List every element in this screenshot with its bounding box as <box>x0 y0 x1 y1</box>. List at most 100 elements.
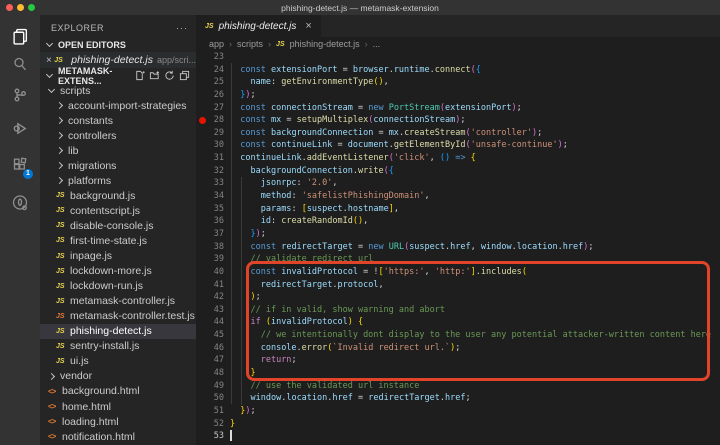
file-tree-item-account-import-strategies[interactable]: account-import-strategies <box>40 98 196 113</box>
file-tree-item-ui.js[interactable]: JSui.js <box>40 354 196 369</box>
code-line[interactable]: 35 params: [suspect.hostname], <box>196 203 720 216</box>
code-line[interactable]: 48 } <box>196 367 720 380</box>
breadcrumb-item-scripts[interactable]: scripts <box>237 39 263 49</box>
line-number-gutter[interactable]: 47 <box>196 354 230 367</box>
code-line[interactable]: 44 if (invalidProtocol) { <box>196 316 720 329</box>
file-tree-item-constants[interactable]: constants <box>40 113 196 128</box>
file-tree-item-vendor[interactable]: vendor <box>40 369 196 384</box>
line-number-gutter[interactable]: 32 <box>196 165 230 178</box>
code-line[interactable]: 33 jsonrpc: '2.0', <box>196 177 720 190</box>
tab-phishing-detect[interactable]: JS phishing-detect.js × <box>196 15 321 37</box>
file-tree-item-lockdown-run.js[interactable]: JSlockdown-run.js <box>40 279 196 294</box>
file-tree-item-home.html[interactable]: <>home.html <box>40 399 196 414</box>
project-section-header[interactable]: METAMASK-EXTENS... <box>40 68 196 83</box>
line-number-gutter[interactable]: 31 <box>196 152 230 165</box>
new-file-icon[interactable] <box>134 70 145 81</box>
line-number-gutter[interactable]: 39 <box>196 253 230 266</box>
file-tree-item-controllers[interactable]: controllers <box>40 128 196 143</box>
line-number-gutter[interactable]: 41 <box>196 279 230 292</box>
code-line[interactable]: 25 name: getEnvironmentType(), <box>196 76 720 89</box>
line-number-gutter[interactable]: 35 <box>196 203 230 216</box>
run-debug-icon[interactable] <box>0 115 40 141</box>
collapse-all-icon[interactable] <box>179 70 190 81</box>
line-number-gutter[interactable]: 48 <box>196 367 230 380</box>
breadcrumb-item-app[interactable]: app <box>209 39 224 49</box>
code-line[interactable]: 36 id: createRandomId(), <box>196 215 720 228</box>
code-line[interactable]: 38 const redirectTarget = new URL(suspec… <box>196 241 720 254</box>
close-tab-icon[interactable]: × <box>305 20 311 32</box>
new-folder-icon[interactable] <box>149 70 160 81</box>
file-tree-item-disable-console.js[interactable]: JSdisable-console.js <box>40 218 196 233</box>
code-line[interactable]: 37 }); <box>196 228 720 241</box>
code-line[interactable]: 49 // use the validated url instance <box>196 380 720 393</box>
line-number-gutter[interactable]: 30 <box>196 139 230 152</box>
line-number-gutter[interactable]: 42 <box>196 291 230 304</box>
code-line[interactable]: 27 const connectionStream = new PortStre… <box>196 102 720 115</box>
explorer-icon[interactable] <box>0 23 40 49</box>
file-tree-item-platforms[interactable]: platforms <box>40 173 196 188</box>
code-line[interactable]: 45 // we intentionally dont display to t… <box>196 329 720 342</box>
code-line[interactable]: 42 ); <box>196 291 720 304</box>
code-line[interactable]: 46 console.error(`Invalid redirect url.`… <box>196 342 720 355</box>
code-line[interactable]: 53 <box>196 430 720 443</box>
file-tree-item-lockdown-more.js[interactable]: JSlockdown-more.js <box>40 264 196 279</box>
line-number-gutter[interactable]: 52 <box>196 418 230 431</box>
line-number-gutter[interactable]: 53 <box>196 430 230 443</box>
line-number-gutter[interactable]: 50 <box>196 392 230 405</box>
line-number-gutter[interactable]: 29 <box>196 127 230 140</box>
file-tree-item-metamask-controller.js[interactable]: JSmetamask-controller.js <box>40 294 196 309</box>
file-tree-item-metamask-controller.test.js[interactable]: JSmetamask-controller.test.js <box>40 309 196 324</box>
file-tree-item-first-time-state.js[interactable]: JSfirst-time-state.js <box>40 233 196 248</box>
line-number-gutter[interactable]: 44 <box>196 316 230 329</box>
file-tree-item-notification.html[interactable]: <>notification.html <box>40 429 196 444</box>
more-actions-icon[interactable]: ··· <box>176 23 188 33</box>
code-line[interactable]: 30 const continueLink = document.getElem… <box>196 139 720 152</box>
line-number-gutter[interactable]: 28 <box>196 114 230 127</box>
file-tree-item-background.html[interactable]: <>background.html <box>40 384 196 399</box>
code-line[interactable]: 23 <box>196 51 720 64</box>
open-editors-header[interactable]: OPEN EDITORS <box>40 37 196 52</box>
file-tree-item-background.js[interactable]: JSbackground.js <box>40 188 196 203</box>
line-number-gutter[interactable]: 37 <box>196 228 230 241</box>
file-tree-item-contentscript.js[interactable]: JScontentscript.js <box>40 203 196 218</box>
line-number-gutter[interactable]: 23 <box>196 51 230 64</box>
line-number-gutter[interactable]: 24 <box>196 64 230 77</box>
line-number-gutter[interactable]: 43 <box>196 304 230 317</box>
line-number-gutter[interactable]: 38 <box>196 241 230 254</box>
line-number-gutter[interactable]: 36 <box>196 215 230 228</box>
line-number-gutter[interactable]: 26 <box>196 89 230 102</box>
code-line[interactable]: 43 // if in valid, show warning and abor… <box>196 304 720 317</box>
breakpoint-icon[interactable] <box>199 117 206 124</box>
code-line[interactable]: 51 }); <box>196 405 720 418</box>
round-extension-icon[interactable] <box>0 190 40 216</box>
line-number-gutter[interactable]: 25 <box>196 76 230 89</box>
extensions-icon[interactable]: 1 <box>0 152 40 178</box>
code-line[interactable]: 26 }); <box>196 89 720 102</box>
breadcrumb-item-...[interactable]: ... <box>373 39 381 49</box>
code-line[interactable]: 50 window.location.href = redirectTarget… <box>196 392 720 405</box>
file-tree-item-sentry-install.js[interactable]: JSsentry-install.js <box>40 339 196 354</box>
line-number-gutter[interactable]: 46 <box>196 342 230 355</box>
code-line[interactable]: 52} <box>196 418 720 431</box>
refresh-icon[interactable] <box>164 70 175 81</box>
close-editor-icon[interactable]: × <box>46 55 54 66</box>
code-line[interactable]: 29 const backgroundConnection = mx.creat… <box>196 127 720 140</box>
line-number-gutter[interactable]: 45 <box>196 329 230 342</box>
line-number-gutter[interactable]: 27 <box>196 102 230 115</box>
code-line[interactable]: 32 backgroundConnection.write({ <box>196 165 720 178</box>
code-line[interactable]: 41 redirectTarget.protocol, <box>196 279 720 292</box>
line-number-gutter[interactable]: 49 <box>196 380 230 393</box>
code-line[interactable]: 31 continueLink.addEventListener('click'… <box>196 152 720 165</box>
line-number-gutter[interactable]: 51 <box>196 405 230 418</box>
line-number-gutter[interactable]: 33 <box>196 177 230 190</box>
code-line[interactable]: 47 return; <box>196 354 720 367</box>
file-tree-item-inpage.js[interactable]: JSinpage.js <box>40 249 196 264</box>
file-tree-item-loading.html[interactable]: <>loading.html <box>40 414 196 429</box>
code-line[interactable]: 40 const invalidProtocol = !['https:', '… <box>196 266 720 279</box>
line-number-gutter[interactable]: 40 <box>196 266 230 279</box>
file-tree-item-lib[interactable]: lib <box>40 143 196 158</box>
file-tree-item-migrations[interactable]: migrations <box>40 158 196 173</box>
code-area[interactable]: 2324 const extensionPort = browser.runti… <box>196 51 720 445</box>
code-line[interactable]: 28 const mx = setupMultiplex(connectionS… <box>196 114 720 127</box>
line-number-gutter[interactable]: 34 <box>196 190 230 203</box>
